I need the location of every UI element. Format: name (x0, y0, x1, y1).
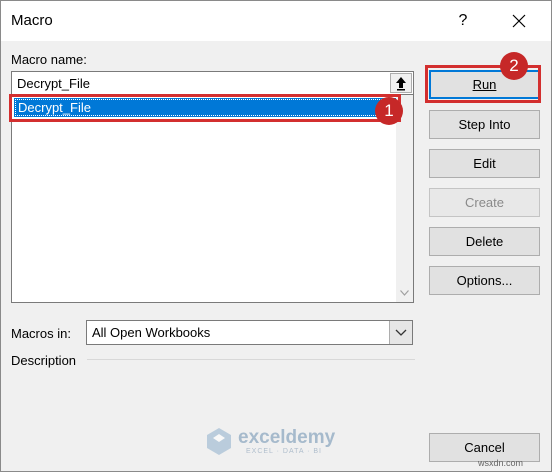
footer-credit: wsxdn.com (478, 458, 524, 468)
delete-button[interactable]: Delete (429, 227, 540, 256)
edit-button[interactable]: Edit (429, 149, 540, 178)
scroll-down-icon[interactable] (400, 290, 409, 296)
macro-name-field[interactable] (11, 71, 414, 95)
window-title: Macro (11, 12, 53, 29)
title-bar: Macro ? (1, 1, 551, 41)
list-item[interactable]: Decrypt_File (14, 98, 397, 117)
macro-name-label: Macro name: (11, 52, 87, 67)
description-separator (87, 359, 415, 360)
watermark-tagline: EXCEL · DATA · BI (246, 448, 322, 455)
macros-in-dropdown-button[interactable] (389, 321, 412, 344)
exceldemy-watermark: exceldemy EXCEL · DATA · BI (204, 424, 354, 458)
step-badge-1: 1 (375, 97, 403, 125)
chevron-down-icon (395, 329, 407, 336)
close-button[interactable] (501, 6, 537, 36)
run-label: Run (472, 77, 497, 92)
exceldemy-logo-icon (207, 428, 231, 455)
step-badge-2: 2 (500, 52, 528, 80)
step-into-button[interactable]: Step Into (429, 110, 540, 139)
description-label: Description (11, 353, 77, 368)
macro-list[interactable]: Decrypt_File (11, 94, 414, 303)
options-button[interactable]: Options... (429, 266, 540, 295)
watermark-name: exceldemy (238, 427, 336, 448)
upload-arrow-icon (396, 77, 406, 91)
create-button[interactable]: Create (429, 188, 540, 217)
macro-name-input[interactable] (12, 72, 389, 94)
vertical-scrollbar[interactable] (396, 95, 413, 302)
help-button[interactable]: ? (447, 6, 479, 36)
macros-in-label: Macros in: (11, 326, 71, 341)
upload-button[interactable] (390, 73, 412, 93)
macro-dialog: Macro ? Macro name: Decrypt_File 1 Run 2… (0, 0, 552, 472)
macros-in-value: All Open Workbooks (92, 325, 211, 340)
macros-in-select[interactable]: All Open Workbooks (86, 320, 413, 345)
close-icon (512, 14, 526, 28)
